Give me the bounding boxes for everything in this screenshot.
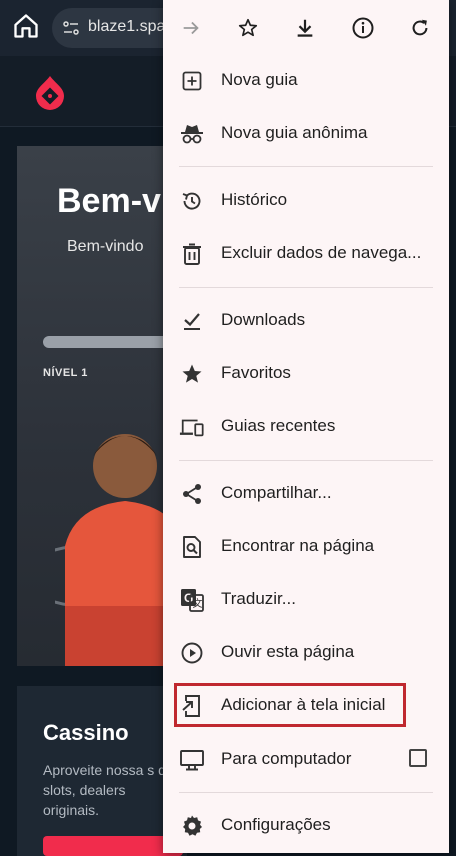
menu-item-label: Guias recentes <box>221 416 336 435</box>
menu-item-listen-page[interactable]: Ouvir esta página <box>163 627 449 677</box>
casino-title: Cassino <box>43 720 129 745</box>
trash-icon <box>179 241 205 267</box>
svg-text:文: 文 <box>193 597 203 610</box>
casino-description: Aproveite nossa s de slots, dealers orig… <box>43 762 174 818</box>
menu-item-downloads[interactable]: Downloads <box>163 295 449 345</box>
desktop-icon <box>179 747 205 773</box>
download-done-icon <box>179 308 205 334</box>
menu-item-label: Configurações <box>221 815 331 834</box>
menu-item-desktop-site[interactable]: Para computador <box>163 734 449 784</box>
menu-item-translate[interactable]: G文 Traduzir... <box>163 574 449 624</box>
menu-item-label: Nova guia anônima <box>221 123 368 142</box>
welcome-banner: Bem-v Bem-vindo NÍVEL 1 <box>17 146 187 666</box>
menu-divider <box>179 460 433 461</box>
hero-title: Bem-v <box>57 182 161 220</box>
menu-item-label: Encontrar na página <box>221 536 375 555</box>
level-label: NÍVEL 1 <box>43 367 88 379</box>
menu-divider <box>179 166 433 167</box>
refresh-icon[interactable] <box>404 12 436 44</box>
menu-item-label: Ouvir esta página <box>221 642 355 661</box>
find-in-page-icon <box>179 534 205 560</box>
menu-item-label: Downloads <box>221 310 306 329</box>
forward-icon[interactable] <box>175 12 207 44</box>
menu-item-share[interactable]: Compartilhar... <box>163 468 449 518</box>
menu-item-label: Traduzir... <box>221 589 296 608</box>
menu-item-find-in-page[interactable]: Encontrar na página <box>163 521 449 571</box>
share-icon <box>179 481 205 507</box>
menu-item-label: Histórico <box>221 190 288 209</box>
history-icon <box>179 188 205 214</box>
menu-divider <box>179 792 433 793</box>
menu-item-history[interactable]: Histórico <box>163 175 449 225</box>
new-tab-icon <box>179 68 205 94</box>
menu-item-bookmarks[interactable]: Favoritos <box>163 348 449 398</box>
incognito-icon <box>179 121 205 147</box>
menu-item-new-tab[interactable]: Nova guia <box>163 55 449 105</box>
download-icon[interactable] <box>289 12 321 44</box>
menu-item-label: Excluir dados de navega... <box>221 243 422 262</box>
menu-item-label: Para computador <box>221 749 352 768</box>
menu-item-recent-tabs[interactable]: Guias recentes <box>163 401 449 451</box>
casino-button[interactable] <box>43 836 183 856</box>
menu-divider <box>179 287 433 288</box>
casino-card[interactable]: Cassino Aproveite nossa s de slots, deal… <box>17 686 187 856</box>
menu-toolbar-row <box>163 0 449 56</box>
star-icon[interactable] <box>232 12 264 44</box>
menu-item-clear-data[interactable]: Excluir dados de navega... <box>163 228 449 278</box>
url-text: blaze1.spa <box>88 18 166 35</box>
star-filled-icon <box>179 361 205 387</box>
menu-item-settings[interactable]: Configurações <box>163 800 449 850</box>
menu-item-incognito[interactable]: Nova guia anônima <box>163 108 449 158</box>
site-logo[interactable] <box>34 74 66 110</box>
highlight-box <box>174 683 406 727</box>
devices-icon <box>179 414 205 440</box>
translate-icon: G文 <box>179 587 205 613</box>
home-icon[interactable] <box>12 12 40 40</box>
level-progress-bar <box>43 336 183 348</box>
menu-item-label: Favoritos <box>221 363 291 382</box>
info-icon[interactable] <box>347 12 379 44</box>
site-settings-icon[interactable] <box>62 19 80 37</box>
desktop-site-checkbox[interactable] <box>409 749 427 767</box>
menu-item-label: Compartilhar... <box>221 483 332 502</box>
settings-icon <box>179 813 205 839</box>
play-circle-icon <box>179 640 205 666</box>
hero-subtitle: Bem-vindo <box>67 238 144 255</box>
menu-item-label: Nova guia <box>221 70 298 89</box>
